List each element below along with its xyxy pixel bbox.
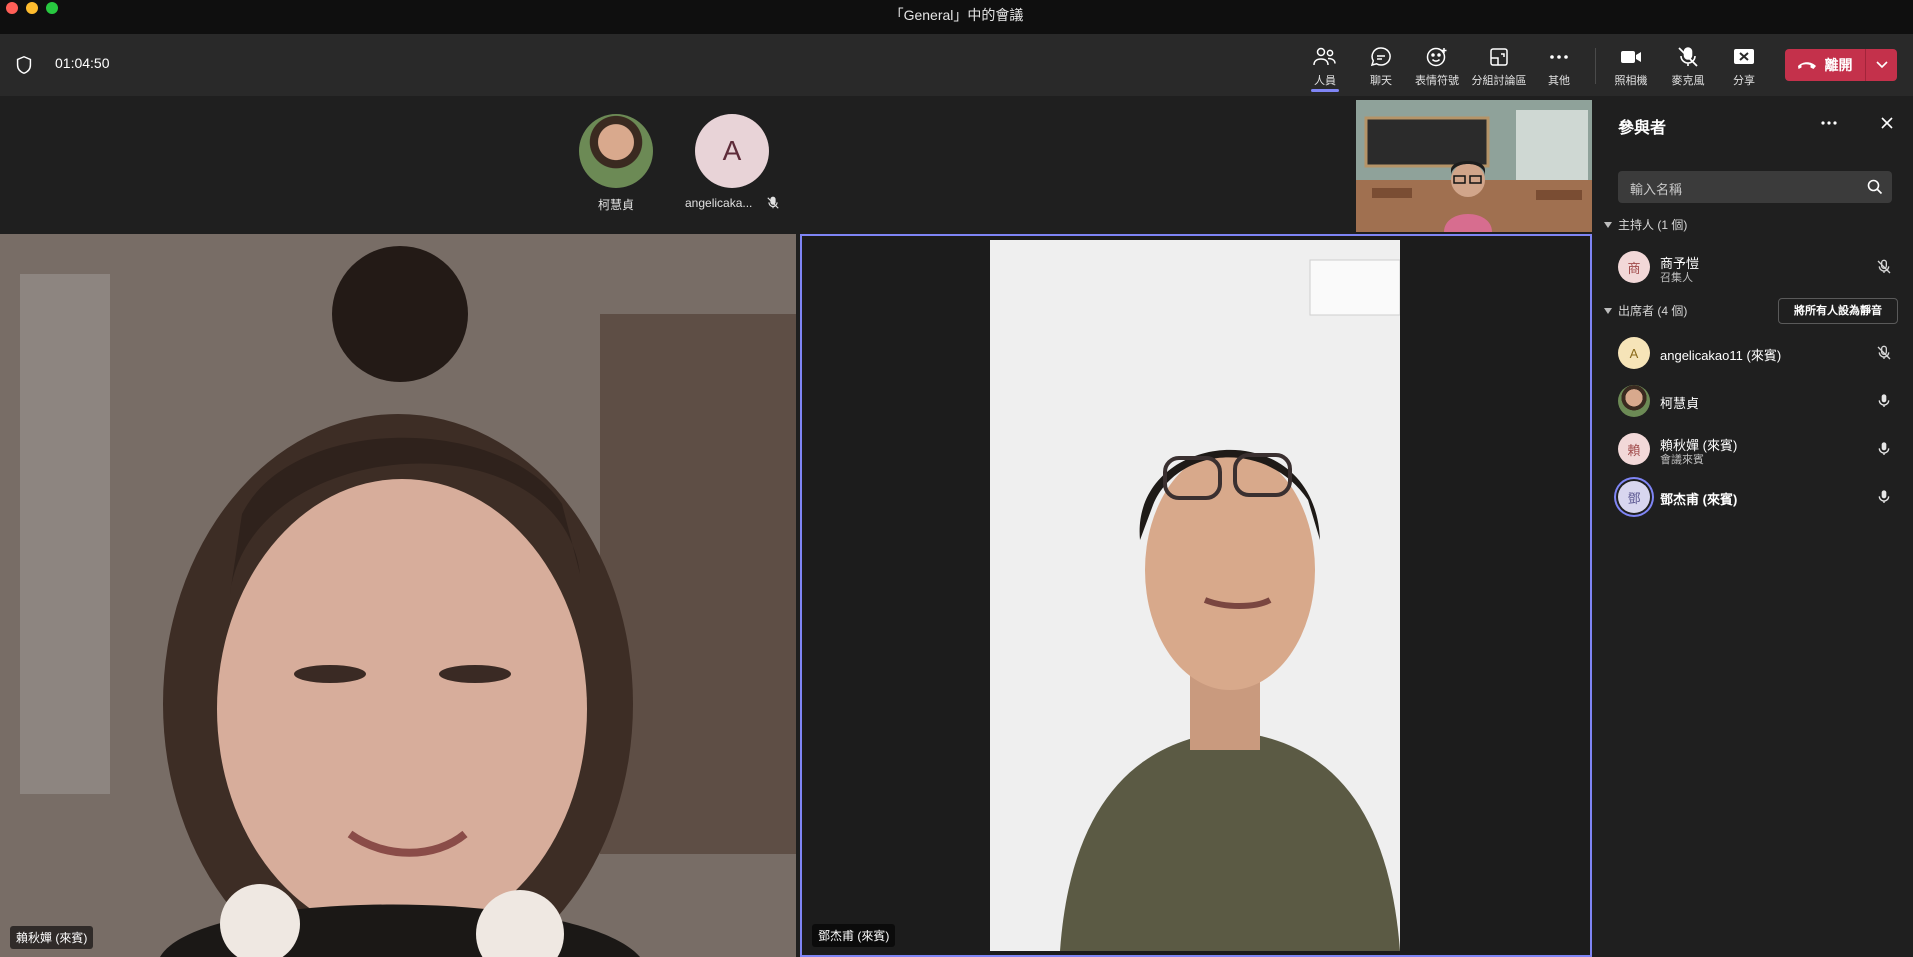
phone-hangup-icon: [1797, 62, 1816, 69]
people-button[interactable]: 人員: [1297, 44, 1353, 92]
breakout-rooms-icon: [1490, 48, 1508, 66]
avatar: 賴: [1618, 433, 1650, 465]
mic-icon: [1876, 441, 1892, 462]
participant-role: 會議來賓: [1660, 454, 1704, 466]
participant-role: 召集人: [1660, 272, 1693, 284]
avatar-speaking: 鄧: [1618, 481, 1650, 513]
more-button[interactable]: 其他: [1531, 44, 1587, 90]
video-tile-name: 鄧杰甫 (來賓): [812, 924, 896, 947]
mute-all-button[interactable]: 將所有人設為靜音: [1778, 298, 1898, 324]
video-tile-active-speaker[interactable]: 鄧杰甫 (來賓): [800, 234, 1592, 957]
participant-name: 鄧杰甫 (來賓): [1660, 492, 1738, 507]
participant-row[interactable]: 賴 賴秋嬋 (來賓) 會議來賓: [1618, 429, 1898, 469]
mic-icon: [1876, 489, 1892, 510]
close-icon[interactable]: [1878, 114, 1896, 137]
camera-button[interactable]: 照相機: [1603, 44, 1659, 90]
search-placeholder: 輸入名稱: [1630, 182, 1683, 197]
participant-video: [0, 234, 796, 957]
shield-icon: [13, 54, 35, 81]
participant-row[interactable]: 商 商予愷 召集人: [1618, 247, 1898, 287]
leave-button-group: 離開: [1785, 49, 1897, 81]
people-icon: [1313, 47, 1336, 66]
breakout-rooms-button[interactable]: 分組討論區: [1471, 44, 1527, 90]
more-icon: [1550, 55, 1568, 59]
avatar: 商: [1618, 251, 1650, 283]
leave-options-button[interactable]: [1866, 49, 1897, 81]
window-title: 「General」中的會議: [889, 7, 1024, 23]
panel-title: 參與者: [1618, 120, 1667, 137]
chat-button[interactable]: 聊天: [1353, 44, 1409, 90]
self-view-video[interactable]: [1356, 100, 1592, 232]
avatar: [1618, 385, 1650, 417]
emoji-icon: [1426, 47, 1447, 67]
mic-off-icon: [766, 196, 780, 215]
participant-video-figure: [990, 240, 1400, 951]
hosts-section-header[interactable]: 主持人 (1 個): [1604, 216, 1687, 233]
participant-name: 柯慧貞: [1660, 396, 1700, 411]
search-input[interactable]: 輸入名稱: [1618, 171, 1892, 203]
microphone-button[interactable]: 麥克風: [1660, 44, 1716, 90]
participants-panel: 參與者 輸入名稱 主持人 (1 個) 商 商予愷 召集人 出席者 (4 個) 將…: [1594, 96, 1913, 957]
video-tile-name: 賴秋嬋 (來賓): [10, 926, 94, 949]
video-tile[interactable]: 賴秋嬋 (來賓): [0, 234, 796, 957]
chevron-down-icon: [1875, 61, 1888, 69]
leave-button[interactable]: 離開: [1785, 49, 1864, 81]
mic-off-icon: [1876, 259, 1892, 280]
participant-name: angelicakao11 (來賓): [1660, 348, 1782, 363]
participant-row[interactable]: 鄧 鄧杰甫 (來賓): [1618, 477, 1898, 517]
participant-row[interactable]: A angelicakao11 (來賓): [1618, 333, 1898, 373]
caret-down-icon: [1604, 221, 1612, 228]
participant-avatar-photo[interactable]: [579, 114, 653, 188]
avatar: A: [1618, 337, 1650, 369]
meeting-stage: 柯慧貞 A angelicaka... 賴秋嬋 (來賓) 鄧杰甫 (來賓): [0, 96, 1594, 957]
participant-name: 柯慧貞: [598, 198, 635, 212]
chat-icon: [1370, 47, 1391, 67]
participant-avatar-initial[interactable]: A: [695, 114, 769, 188]
mic-off-icon: [1876, 345, 1892, 366]
meeting-toolbar: 01:04:50 人員 聊天 表情符號 分組討論區 其他 照相機 麥克風 分享 …: [0, 34, 1913, 96]
participant-video: [990, 240, 1400, 951]
attendees-section-header[interactable]: 出席者 (4 個): [1604, 302, 1687, 319]
participant-name: angelicaka...: [685, 196, 753, 210]
mic-icon: [1876, 393, 1892, 414]
reactions-button[interactable]: 表情符號: [1409, 44, 1465, 90]
mic-off-icon: [1678, 47, 1698, 67]
share-icon: [1734, 49, 1754, 64]
title-bar: 「General」中的會議: [0, 0, 1913, 34]
meeting-timer: 01:04:50: [55, 55, 110, 71]
camera-icon: [1621, 51, 1641, 63]
self-view-scene: [1356, 100, 1592, 232]
caret-down-icon: [1604, 307, 1612, 314]
more-options-icon[interactable]: [1820, 116, 1838, 135]
share-button[interactable]: 分享: [1716, 44, 1772, 90]
leave-label: 離開: [1824, 57, 1853, 73]
participant-row[interactable]: 柯慧貞: [1618, 381, 1898, 421]
search-icon[interactable]: [1867, 179, 1883, 200]
toolbar-separator: [1595, 48, 1596, 84]
